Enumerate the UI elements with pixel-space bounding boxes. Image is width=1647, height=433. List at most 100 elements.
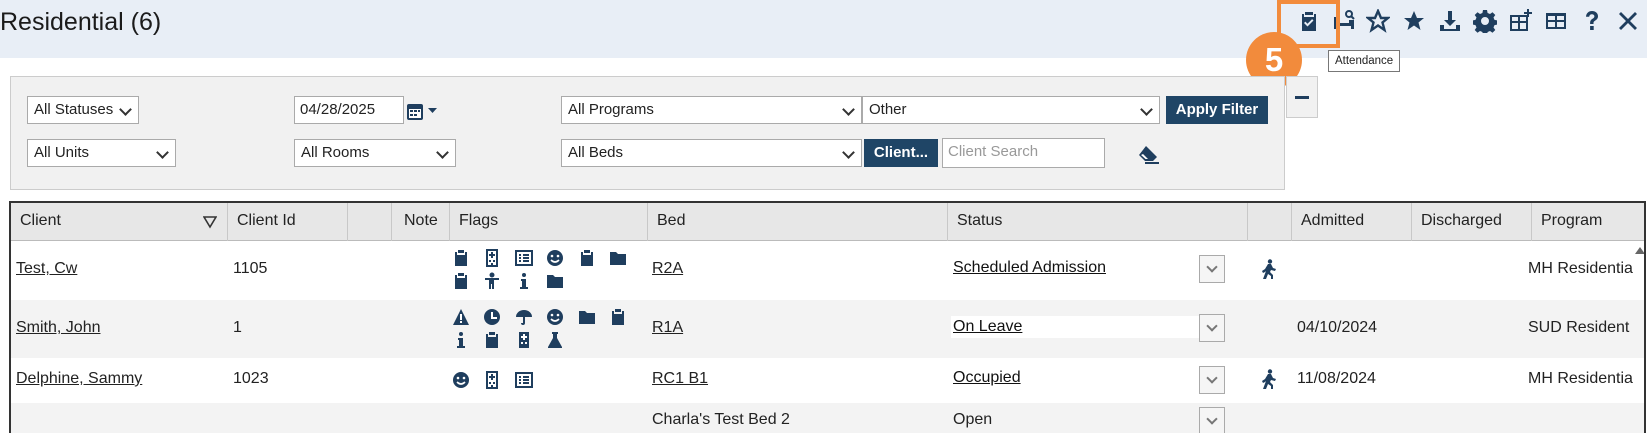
umbrella-icon[interactable]	[515, 308, 533, 326]
column-client-id[interactable]: Client Id	[228, 203, 348, 241]
status-dropdown-button[interactable]	[1199, 255, 1225, 283]
program-name: SUD Resident	[1528, 319, 1630, 336]
clipboard-icon[interactable]	[452, 249, 470, 267]
status-text: Open	[953, 411, 993, 428]
programs-select[interactable]: All Programs	[561, 96, 862, 124]
column-status[interactable]: Status	[948, 203, 1248, 241]
download-icon[interactable]	[1436, 7, 1464, 35]
client-lookup-button[interactable]: Client...	[864, 139, 938, 167]
column-client[interactable]: Client	[11, 203, 228, 241]
client-link[interactable]: Test, Cw	[16, 260, 77, 278]
beds-select-value: All Beds	[568, 144, 624, 161]
filter-panel	[10, 76, 1285, 190]
bed-link[interactable]: R2A	[652, 260, 683, 278]
clock-icon[interactable]	[483, 308, 501, 326]
other-select-value: Other	[869, 101, 907, 118]
minus-icon	[1295, 95, 1309, 99]
status-link[interactable]: Occupied	[953, 369, 1021, 387]
hospital-icon[interactable]	[515, 331, 533, 349]
smile-icon[interactable]	[546, 249, 564, 267]
column-blank-1	[348, 203, 392, 241]
bed-link[interactable]: RC1 B1	[652, 370, 708, 388]
status-link[interactable]: On Leave	[953, 318, 1022, 336]
status-field: Occupied	[951, 367, 1207, 389]
date-input[interactable]: 04/28/2025	[294, 96, 404, 124]
clipboard-icon[interactable]	[609, 308, 627, 326]
program-name: MH Residentia	[1528, 260, 1633, 277]
list-icon[interactable]	[515, 249, 533, 267]
help-icon[interactable]	[1578, 7, 1606, 35]
column-discharged[interactable]: Discharged	[1412, 203, 1532, 241]
client-search-input[interactable]: Client Search	[942, 138, 1105, 168]
smile-icon[interactable]	[546, 308, 564, 326]
folder-icon[interactable]	[609, 249, 627, 267]
walking-person-icon[interactable]	[1260, 369, 1278, 389]
walking-person-icon[interactable]	[1260, 259, 1278, 279]
grid-icon[interactable]	[1542, 7, 1570, 35]
chevron-down-icon	[1206, 320, 1218, 332]
bed-link[interactable]: R1A	[652, 319, 683, 337]
collapse-filter-button[interactable]	[1286, 76, 1318, 118]
client-link[interactable]: Smith, John	[16, 319, 100, 337]
clipboard-icon[interactable]	[483, 331, 501, 349]
client-id: 1023	[233, 370, 269, 387]
favorite-outline-icon[interactable]	[1364, 7, 1392, 35]
column-flags[interactable]: Flags	[450, 203, 648, 241]
info-icon[interactable]	[515, 272, 533, 290]
clipboard-icon[interactable]	[452, 272, 470, 290]
folder-icon[interactable]	[578, 308, 596, 326]
client-link[interactable]: Delphine, Sammy	[16, 370, 142, 388]
rooms-select[interactable]: All Rooms	[294, 139, 456, 167]
hospital-icon[interactable]	[483, 371, 501, 389]
column-admitted[interactable]: Admitted	[1292, 203, 1412, 241]
grid-header: Client Client Id Note Flags Bed Status A…	[11, 203, 1644, 241]
eraser-icon[interactable]	[1137, 143, 1161, 165]
calendar-icon[interactable]	[405, 101, 439, 123]
units-select[interactable]: All Units	[27, 139, 176, 167]
attendance-tooltip: Attendance	[1328, 50, 1401, 72]
chevron-down-icon	[119, 103, 132, 116]
person-icon[interactable]	[483, 272, 501, 290]
add-grid-icon[interactable]	[1506, 7, 1534, 35]
residential-app: Residential (6) 5 Attendance All Statuse…	[0, 0, 1647, 433]
info-icon[interactable]	[452, 331, 470, 349]
beds-select[interactable]: All Beds	[561, 139, 862, 167]
flask-icon[interactable]	[546, 331, 564, 349]
warning-icon[interactable]	[452, 308, 470, 326]
status-dropdown-button[interactable]	[1199, 314, 1225, 342]
status-select[interactable]: All Statuses	[27, 96, 139, 124]
status-link[interactable]: Scheduled Admission	[953, 259, 1106, 277]
program-name: MH Residentia	[1528, 370, 1633, 387]
other-select[interactable]: Other	[862, 96, 1160, 124]
list-icon[interactable]	[515, 371, 533, 389]
column-program[interactable]: Program	[1532, 203, 1644, 241]
filter-funnel-icon[interactable]	[203, 215, 217, 229]
chevron-down-icon	[436, 146, 449, 159]
admitted-date: 11/08/2024	[1297, 370, 1376, 387]
status-field: Scheduled Admission	[951, 257, 1207, 279]
units-select-value: All Units	[34, 144, 90, 161]
column-bed[interactable]: Bed	[648, 203, 948, 241]
chevron-down-icon	[1206, 372, 1218, 384]
column-client-label: Client	[20, 212, 61, 229]
status-select-value: All Statuses	[34, 101, 114, 118]
chevron-down-icon	[156, 146, 169, 159]
rooms-select-value: All Rooms	[301, 144, 370, 161]
chevron-down-icon	[842, 103, 855, 116]
clipboard-icon[interactable]	[578, 249, 596, 267]
chevron-down-icon	[1206, 413, 1218, 425]
chevron-down-icon	[842, 146, 855, 159]
apply-filter-button[interactable]: Apply Filter	[1166, 96, 1268, 124]
chevron-down-icon	[1206, 261, 1218, 273]
folder-icon[interactable]	[546, 272, 564, 290]
column-blank-2	[1248, 203, 1292, 241]
table-row: Test, Cw 1105 R2A Scheduled Admission MH…	[11, 241, 1644, 300]
smile-icon[interactable]	[452, 371, 470, 389]
column-note[interactable]: Note	[392, 203, 450, 241]
settings-icon[interactable]	[1471, 7, 1499, 35]
close-icon[interactable]	[1614, 7, 1642, 35]
status-dropdown-button[interactable]	[1199, 366, 1225, 394]
hospital-icon[interactable]	[483, 249, 501, 267]
status-dropdown-button[interactable]	[1199, 407, 1225, 433]
favorite-icon[interactable]	[1400, 7, 1428, 35]
